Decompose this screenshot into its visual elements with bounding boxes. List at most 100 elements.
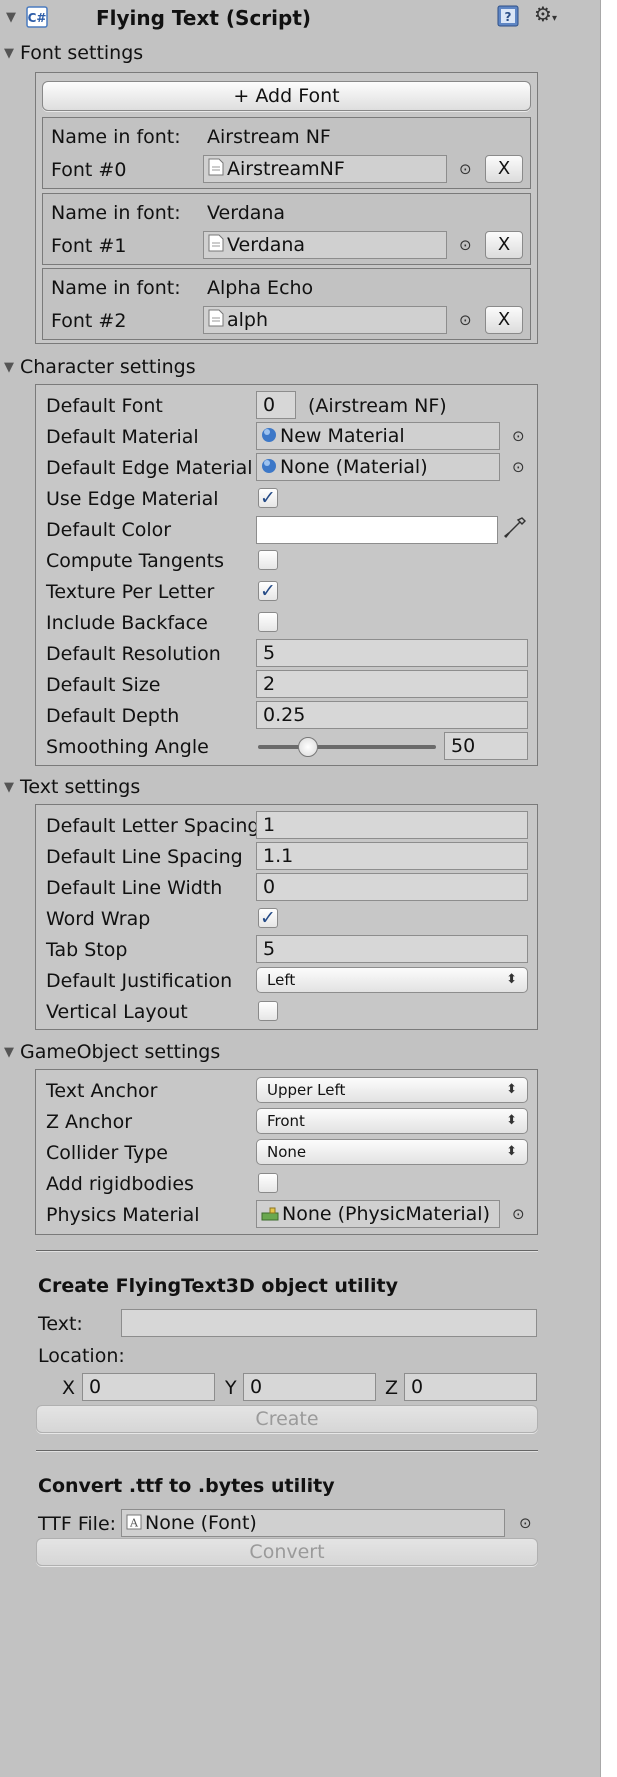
svg-text:?: ? — [505, 10, 512, 24]
default-font-label: Default Font — [46, 395, 163, 417]
word-wrap-label: Word Wrap — [46, 908, 151, 930]
default-material-field[interactable]: New Material — [256, 422, 500, 450]
tab-stop-field[interactable]: 5 — [256, 935, 528, 963]
object-picker-icon[interactable]: ⊙ — [512, 427, 525, 445]
create-button[interactable]: Create — [36, 1405, 538, 1433]
letter-spacing-field[interactable]: 1 — [256, 811, 528, 839]
font-file-icon — [208, 309, 224, 332]
collapse-triangle-icon[interactable]: ▼ — [6, 10, 16, 25]
object-picker-icon[interactable]: ⊙ — [459, 160, 472, 178]
texture-per-letter-checkbox[interactable]: ✓ — [258, 581, 278, 601]
add-font-button[interactable]: + Add Font — [42, 81, 531, 111]
default-material-label: Default Material — [46, 426, 199, 448]
font-asset-field[interactable]: alph — [203, 306, 447, 334]
default-depth-label: Default Depth — [46, 705, 180, 727]
name-in-font-label: Name in font: — [51, 202, 181, 224]
font-index-label: Font #1 — [51, 235, 127, 257]
gameobject-settings-header[interactable]: GameObject settings — [20, 1041, 220, 1063]
font-settings-header[interactable]: Font settings — [20, 42, 143, 64]
object-picker-icon[interactable]: ⊙ — [459, 311, 472, 329]
character-settings-box: Default Font 0 (Airstream NF) Default Ma… — [35, 384, 538, 766]
use-edge-material-label: Use Edge Material — [46, 488, 219, 510]
tab-stop-label: Tab Stop — [46, 939, 128, 961]
name-in-font-label: Name in font: — [51, 277, 181, 299]
default-depth-field[interactable]: 0.25 — [256, 701, 528, 729]
default-font-field[interactable]: 0 — [256, 391, 296, 419]
object-picker-icon[interactable]: ⊙ — [512, 458, 525, 476]
location-y-field[interactable]: 0 — [243, 1373, 376, 1401]
object-picker-icon[interactable]: ⊙ — [459, 236, 472, 254]
smoothing-angle-label: Smoothing Angle — [46, 736, 209, 758]
remove-font-button[interactable]: X — [485, 231, 523, 259]
help-book-icon[interactable]: ? — [496, 4, 520, 33]
text-settings-triangle-icon[interactable]: ▼ — [4, 780, 14, 795]
physics-material-field[interactable]: None (PhysicMaterial) — [256, 1200, 500, 1228]
add-rigidbodies-checkbox[interactable] — [258, 1173, 278, 1193]
object-picker-icon[interactable]: ⊙ — [512, 1205, 525, 1223]
smoothing-angle-field[interactable]: 50 — [444, 732, 528, 760]
dropdown-arrows-icon: ⬍ — [506, 1082, 517, 1097]
vertical-layout-checkbox[interactable] — [258, 1001, 278, 1021]
name-in-font-label: Name in font: — [51, 126, 181, 148]
z-anchor-value: Front — [267, 1112, 305, 1130]
line-spacing-field[interactable]: 1.1 — [256, 842, 528, 870]
material-sphere-icon — [261, 426, 277, 448]
gear-icon[interactable]: ⚙▾ — [534, 2, 557, 26]
line-width-field[interactable]: 0 — [256, 873, 528, 901]
default-edge-material-field[interactable]: None (Material) — [256, 453, 500, 481]
font-asset-field[interactable]: Verdana — [203, 231, 447, 259]
word-wrap-checkbox[interactable]: ✓ — [258, 908, 278, 928]
create-text-label: Text: — [38, 1313, 83, 1335]
eyedropper-icon[interactable] — [502, 515, 528, 546]
compute-tangents-label: Compute Tangents — [46, 550, 224, 572]
compute-tangents-checkbox[interactable] — [258, 550, 278, 570]
z-anchor-label: Z Anchor — [46, 1111, 133, 1133]
letter-spacing-label: Default Letter Spacing — [46, 815, 260, 837]
text-anchor-label: Text Anchor — [46, 1080, 158, 1102]
smoothing-angle-slider-thumb[interactable] — [297, 737, 318, 757]
default-font-note: (Airstream NF) — [308, 395, 447, 417]
object-picker-icon[interactable]: ⊙ — [519, 1514, 532, 1532]
location-z-field[interactable]: 0 — [404, 1373, 537, 1401]
convert-button[interactable]: Convert — [36, 1538, 538, 1566]
font-asset-name: alph — [227, 309, 269, 331]
dropdown-arrows-icon: ⬍ — [506, 1144, 517, 1159]
svg-text:A: A — [129, 1516, 139, 1529]
character-settings-header[interactable]: Character settings — [20, 356, 196, 378]
z-anchor-dropdown[interactable]: Front ⬍ — [256, 1108, 528, 1134]
material-sphere-icon — [261, 457, 277, 479]
default-resolution-field[interactable]: 5 — [256, 639, 528, 667]
default-size-label: Default Size — [46, 674, 161, 696]
ttf-file-field[interactable]: A None (Font) — [121, 1509, 505, 1537]
default-color-field[interactable] — [256, 516, 498, 544]
text-anchor-dropdown[interactable]: Upper Left ⬍ — [256, 1077, 528, 1103]
font-settings-triangle-icon[interactable]: ▼ — [4, 46, 14, 61]
default-size-field[interactable]: 2 — [256, 670, 528, 698]
remove-font-button[interactable]: X — [485, 155, 523, 183]
font-entry-2: Name in font: Alpha Echo Font #2 alph ⊙ … — [42, 268, 531, 340]
justification-dropdown[interactable]: Left ⬍ — [256, 967, 528, 993]
text-settings-header[interactable]: Text settings — [20, 776, 140, 798]
collider-type-dropdown[interactable]: None ⬍ — [256, 1139, 528, 1165]
default-material-value: New Material — [280, 425, 405, 447]
use-edge-material-checkbox[interactable]: ✓ — [258, 488, 278, 508]
physics-material-label: Physics Material — [46, 1204, 200, 1226]
physic-material-icon — [261, 1204, 279, 1226]
gameobject-settings-box: Text Anchor Upper Left ⬍ Z Anchor Front … — [35, 1069, 538, 1235]
create-text-input[interactable] — [121, 1309, 537, 1337]
font-name-value: Alpha Echo — [207, 277, 314, 299]
z-label: Z — [385, 1377, 399, 1399]
remove-font-button[interactable]: X — [485, 306, 523, 334]
location-x-field[interactable]: 0 — [82, 1373, 215, 1401]
font-asset-name: AirstreamNF — [227, 158, 345, 180]
font-entry-1: Name in font: Verdana Font #1 Verdana ⊙ … — [42, 193, 531, 265]
default-resolution-label: Default Resolution — [46, 643, 221, 665]
character-settings-triangle-icon[interactable]: ▼ — [4, 360, 14, 375]
include-backface-checkbox[interactable] — [258, 612, 278, 632]
font-asset-field[interactable]: AirstreamNF — [203, 155, 447, 183]
x-label: X — [62, 1377, 76, 1399]
smoothing-angle-slider-track[interactable] — [258, 745, 436, 749]
gameobject-settings-triangle-icon[interactable]: ▼ — [4, 1045, 14, 1060]
font-file-icon — [208, 158, 224, 181]
font-index-label: Font #0 — [51, 159, 127, 181]
